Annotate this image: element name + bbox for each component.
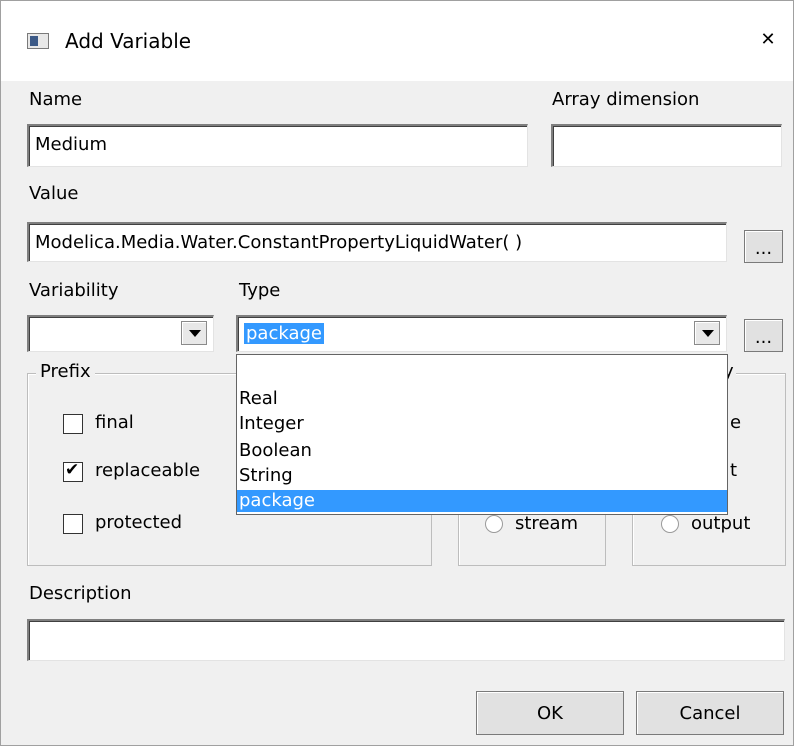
chevron-down-icon[interactable] [181, 321, 207, 345]
causality-option-fragment: e [730, 412, 742, 433]
stream-radio[interactable] [485, 515, 503, 533]
dropdown-option-integer[interactable]: Integer [237, 413, 727, 435]
stream-label: stream [515, 513, 579, 534]
title-bar: Add Variable ✕ [1, 1, 793, 81]
output-radio[interactable] [661, 515, 679, 533]
value-input[interactable]: Modelica.Media.Water.ConstantPropertyLiq… [27, 222, 727, 262]
dropdown-option-package[interactable]: package [237, 490, 727, 512]
causality-option-fragment: t [730, 460, 738, 481]
output-label: output [691, 513, 751, 534]
protected-checkbox[interactable] [63, 514, 83, 534]
array-dimension-label: Array dimension [552, 89, 700, 110]
replaceable-label: replaceable [95, 460, 201, 481]
array-dimension-input[interactable] [551, 124, 782, 167]
name-input[interactable]: Medium [27, 124, 528, 167]
type-dropdown-list: Real Integer Boolean String package [236, 354, 728, 515]
type-browse-button[interactable]: ... [744, 319, 783, 352]
prefix-group-title: Prefix [36, 361, 95, 382]
dropdown-option-empty[interactable] [237, 365, 727, 387]
type-label: Type [239, 280, 281, 301]
window-icon [27, 33, 49, 49]
value-label: Value [29, 183, 79, 204]
protected-label: protected [95, 512, 183, 533]
final-checkbox[interactable] [63, 414, 83, 434]
variability-label: Variability [29, 280, 119, 301]
cancel-button[interactable]: Cancel [636, 691, 784, 735]
description-input[interactable] [27, 619, 785, 661]
dropdown-option-real[interactable]: Real [237, 388, 727, 410]
type-selected-value: package [244, 323, 324, 344]
window-title: Add Variable [65, 29, 192, 53]
description-label: Description [29, 583, 132, 604]
ok-button[interactable]: OK [476, 691, 624, 735]
value-browse-button[interactable]: ... [744, 230, 783, 263]
name-label: Name [29, 89, 83, 110]
dropdown-option-string[interactable]: String [237, 465, 727, 487]
type-select[interactable]: package [236, 315, 727, 352]
add-variable-dialog: Add Variable ✕ Name Medium Array dimensi… [0, 0, 794, 746]
final-label: final [95, 412, 134, 433]
replaceable-checkbox[interactable] [63, 460, 83, 482]
chevron-down-icon[interactable] [694, 321, 720, 345]
dropdown-option-boolean[interactable]: Boolean [237, 440, 727, 462]
close-icon[interactable]: ✕ [745, 19, 791, 61]
